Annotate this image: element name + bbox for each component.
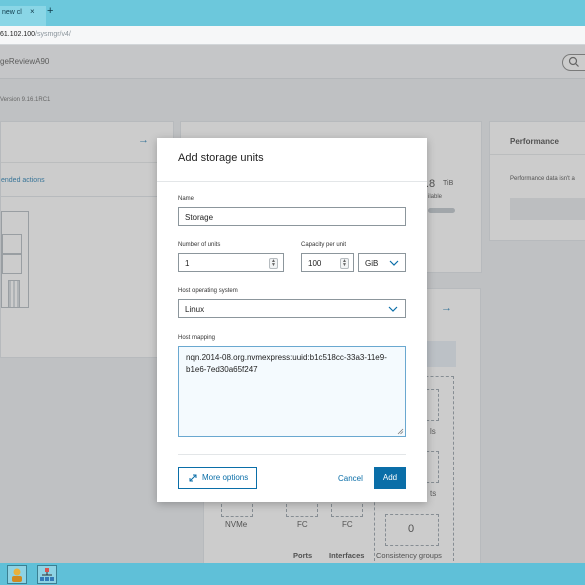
tab-title: new cl <box>2 9 22 16</box>
name-value: Storage <box>185 213 214 222</box>
units-label: Number of units <box>178 242 221 248</box>
host-os-select[interactable]: Linux <box>178 299 406 318</box>
name-label: Name <box>178 196 195 202</box>
mapping-line-1: nqn.2014-08.org.nvmexpress:uuid:b1c518cc… <box>186 353 387 362</box>
os-label: Host operating system <box>178 288 238 294</box>
tab-close-icon[interactable]: × <box>30 7 35 16</box>
capacity-unit-value: GiB <box>365 259 379 268</box>
url-path: /sysmgr/v4/ <box>35 31 71 38</box>
units-value: 1 <box>185 259 190 268</box>
expand-icon <box>189 474 197 482</box>
units-stepper-icon[interactable]: ▲ ▼ <box>269 258 278 269</box>
dialog-title: Add storage units <box>178 152 264 164</box>
number-of-units-input[interactable]: 1 ▲ ▼ <box>178 253 284 272</box>
browser-tab-bar <box>0 0 585 26</box>
name-input[interactable]: Storage <box>178 207 406 226</box>
add-button[interactable]: Add <box>374 467 406 489</box>
add-storage-units-dialog: Add storage units Name Storage Number of… <box>157 138 427 502</box>
more-options-label: More options <box>202 473 249 482</box>
capacity-unit-select[interactable]: GiB <box>358 253 406 272</box>
host-mapping-textarea[interactable]: nqn.2014-08.org.nvmexpress:uuid:b1c518cc… <box>178 346 406 437</box>
capacity-value: 100 <box>308 259 322 268</box>
cancel-button[interactable]: Cancel <box>338 474 363 483</box>
capacity-stepper-icon[interactable]: ▲ ▼ <box>340 258 349 269</box>
address-bar[interactable]: 61.102.100/sysmgr/v4/ <box>0 26 585 45</box>
browser-tab[interactable]: new cl <box>0 6 46 26</box>
divider <box>157 181 427 182</box>
taskbar-app-icon[interactable] <box>7 565 27 584</box>
chevron-down-icon <box>389 260 399 266</box>
new-tab-button[interactable]: + <box>47 5 53 17</box>
mapping-label: Host mapping <box>178 335 216 341</box>
resize-handle-icon[interactable] <box>397 428 404 435</box>
capacity-label: Capacity per unit <box>301 242 347 248</box>
chevron-down-icon <box>388 306 398 312</box>
taskbar <box>0 563 585 585</box>
more-options-button[interactable]: More options <box>178 467 257 489</box>
divider <box>178 454 406 455</box>
mapping-line-2: b1e6-7ed30a65f247 <box>186 365 258 374</box>
url-host: 61.102.100 <box>0 31 36 38</box>
capacity-input[interactable]: 100 ▲ ▼ <box>301 253 354 272</box>
taskbar-network-icon[interactable] <box>37 565 57 584</box>
network-icon <box>40 568 54 581</box>
user-icon <box>12 568 22 582</box>
os-value: Linux <box>185 305 205 314</box>
